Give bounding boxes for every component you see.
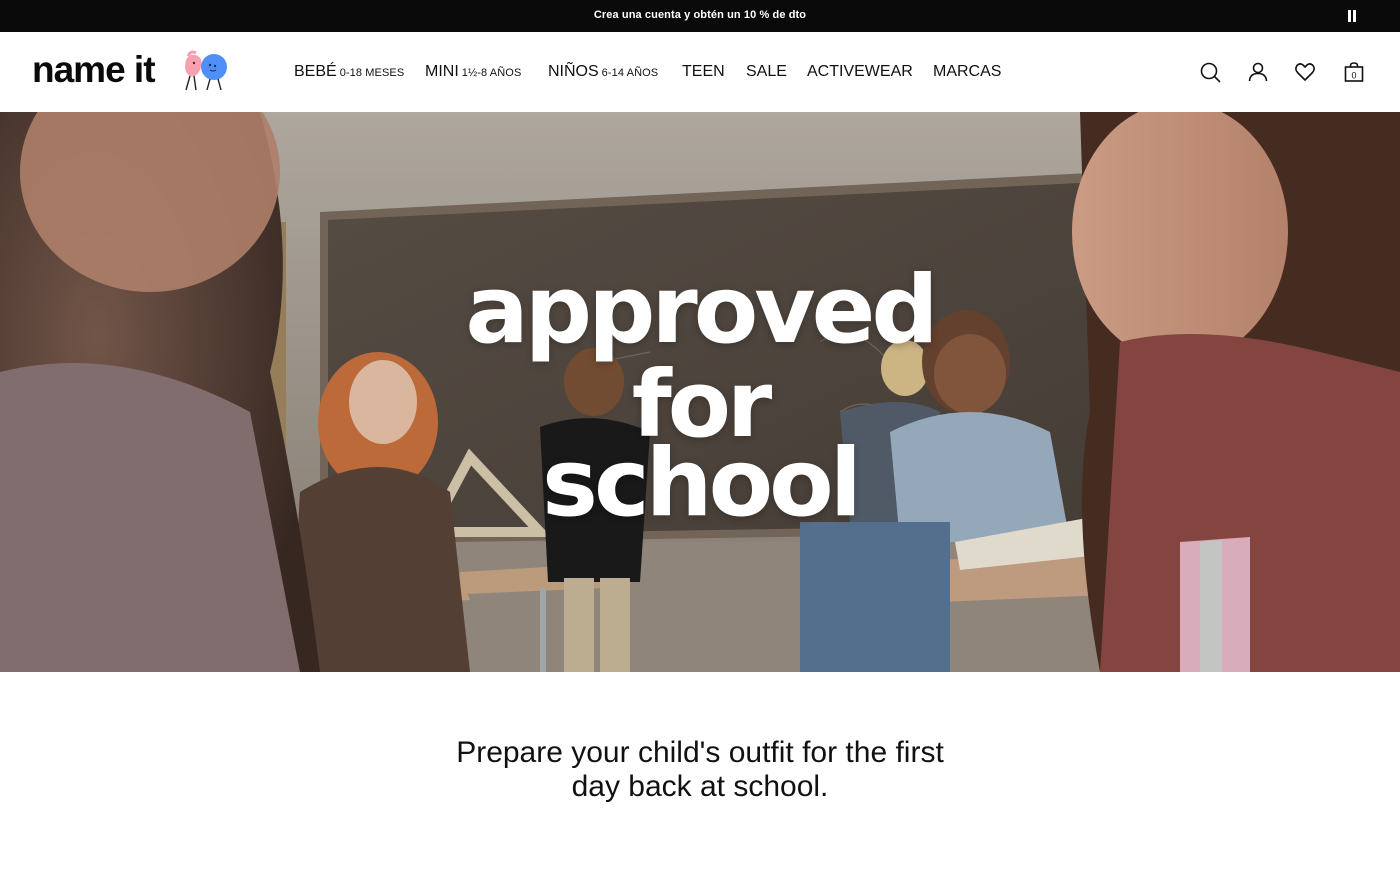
hero-title-line1: approved	[465, 256, 938, 365]
intro-text: Prepare your child's outfit for the firs…	[400, 736, 1000, 804]
nav-item-sale[interactable]: SALE	[746, 63, 787, 81]
logo-mascot-icon	[185, 50, 227, 91]
promo-bar: Crea una cuenta y obtén un 10 % de dto	[0, 0, 1400, 32]
bag-count: 0	[1351, 70, 1356, 80]
nav-item-mini[interactable]: MINI 1½-8 AÑOS	[425, 63, 521, 82]
search-icon[interactable]	[1198, 60, 1222, 84]
heart-icon[interactable]	[1293, 60, 1317, 84]
site-header: name it BEBÉ 0-18 MESES MINI 1½-8 AÑOS NIÑ…	[0, 32, 1400, 112]
promo-text[interactable]: Crea una cuenta y obtén un 10 % de dto	[0, 9, 1400, 21]
bag-icon[interactable]: 0	[1342, 60, 1366, 84]
nav-item-ninos[interactable]: NIÑOS 6-14 AÑOS	[548, 63, 658, 82]
intro-line1: Prepare your child's outfit for the firs…	[456, 736, 944, 769]
logo[interactable]: name it	[32, 50, 237, 94]
nav-item-marcas[interactable]: MARCAS	[933, 63, 1001, 81]
account-icon[interactable]	[1246, 60, 1270, 84]
nav-item-activewear[interactable]: ACTIVEWEAR	[807, 63, 913, 81]
intro-line2: day back at school.	[571, 770, 829, 803]
hero-banner[interactable]: approved for school	[0, 112, 1400, 672]
nav-item-bebe[interactable]: BEBÉ 0-18 MESES	[294, 63, 404, 82]
nav-item-teen[interactable]: TEEN	[682, 63, 725, 81]
logo-text: name it	[32, 49, 156, 90]
pause-icon[interactable]	[1344, 9, 1360, 23]
hero-title-line3: school	[542, 429, 862, 538]
